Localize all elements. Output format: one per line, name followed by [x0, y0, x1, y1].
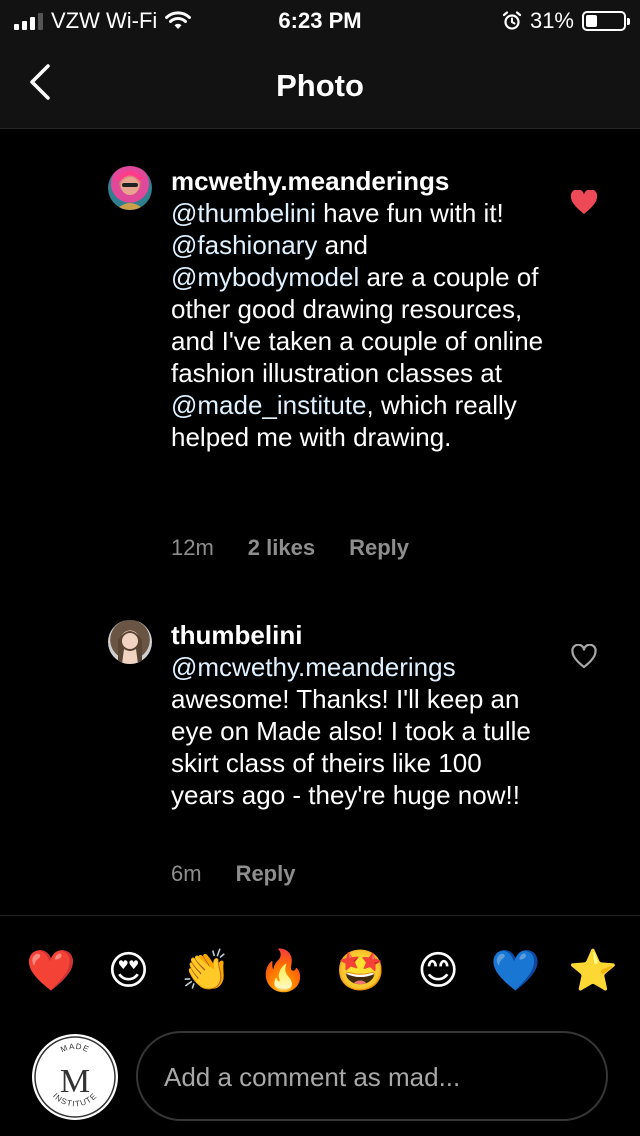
avatar-face-icon: [118, 631, 142, 664]
emoji-star-struck[interactable]: 🤩: [334, 944, 388, 998]
status-bar: VZW Wi-Fi 6:23 PM 31%: [0, 0, 640, 40]
reply-button[interactable]: Reply: [236, 861, 296, 887]
status-right: 31%: [502, 8, 630, 34]
comment-likes[interactable]: 2 likes: [248, 535, 315, 561]
comment-composer[interactable]: [136, 1031, 608, 1121]
made-institute-logo-icon: MADE INSTITUTE M: [34, 1036, 116, 1118]
nav-bar: Photo: [0, 40, 640, 129]
comment-time: 12m: [171, 535, 214, 560]
battery-fill: [586, 15, 598, 27]
mention-link[interactable]: @mybodymodel: [171, 262, 359, 292]
comment-body: thumbelini @mcwethy.meanderings awesome!…: [171, 619, 551, 811]
emoji-quick-bar: ❤️ 😍 👏 🔥 🤩 😊 💙 ⭐: [24, 944, 620, 998]
mention-link[interactable]: @fashionary: [171, 230, 317, 260]
emoji-heart-eyes[interactable]: 😍: [101, 944, 155, 998]
comment-username[interactable]: thumbelini: [171, 620, 302, 650]
comment-meta: 12m 2 likes Reply: [171, 535, 409, 561]
avatar-face-icon: [116, 170, 144, 210]
reply-button[interactable]: Reply: [349, 535, 409, 561]
mention-link[interactable]: @thumbelini: [171, 198, 316, 228]
svg-text:M: M: [60, 1063, 90, 1100]
emoji-clapping[interactable]: 👏: [179, 944, 233, 998]
comment-text-fragment: awesome! Thanks! I'll keep an eye on Mad…: [171, 684, 531, 810]
battery-percent: 31%: [529, 8, 574, 33]
mention-link[interactable]: @made_institute: [171, 390, 367, 420]
composer-avatar: MADE INSTITUTE M: [32, 1034, 118, 1120]
comment-text-fragment: have fun with it!: [315, 198, 504, 228]
mention-link[interactable]: @mcwethy.meanderings: [171, 652, 456, 682]
emoji-blue-heart[interactable]: 💙: [489, 944, 543, 998]
emoji-smiling[interactable]: 😊: [411, 944, 465, 998]
heart-filled-icon[interactable]: [570, 190, 598, 216]
page-title: Photo: [276, 68, 364, 103]
emoji-red-heart[interactable]: ❤️: [24, 944, 78, 998]
divider: [0, 915, 640, 916]
comment-meta: 6m Reply: [171, 861, 295, 887]
alarm-icon: [502, 11, 522, 30]
avatar[interactable]: [108, 620, 152, 664]
comment-text: @mcwethy.meanderings awesome! Thanks! I'…: [171, 652, 531, 810]
heart-outline-icon[interactable]: [570, 644, 598, 670]
emoji-fire[interactable]: 🔥: [256, 944, 310, 998]
comment-body: mcwethy.meanderings @thumbelini have fun…: [171, 165, 551, 453]
avatar[interactable]: [108, 166, 152, 210]
comment-text: @thumbelini have fun with it! @fashionar…: [171, 198, 543, 452]
comment-input[interactable]: [162, 1033, 586, 1121]
battery-icon: [582, 11, 630, 31]
comment-text-fragment: and: [317, 230, 368, 260]
comment-username[interactable]: mcwethy.meanderings: [171, 166, 449, 196]
emoji-star[interactable]: ⭐: [566, 944, 620, 998]
comment-time: 6m: [171, 861, 202, 886]
